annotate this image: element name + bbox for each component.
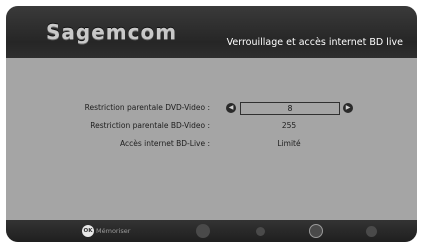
settings-panel: Restriction parentale DVD-Video : ◀ 8 ▶ … <box>6 58 417 220</box>
brand-logo: Sagemcom <box>46 20 178 44</box>
color-button-icon[interactable] <box>196 224 210 238</box>
footer-bar: OK Mémoriser <box>6 220 417 242</box>
arrow-right-icon[interactable]: ▶ <box>343 103 353 113</box>
setting-row-bd-video[interactable]: Restriction parentale BD-Video : 255 <box>6 120 417 134</box>
setting-row-dvd[interactable]: Restriction parentale DVD-Video : ◀ 8 ▶ <box>6 102 417 116</box>
header-bar: Sagemcom Verrouillage et accès internet … <box>6 6 417 58</box>
setting-label-bd-live: Accès internet BD-Live : <box>119 139 210 148</box>
setting-label-bd-video: Restriction parentale BD-Video : <box>90 121 210 130</box>
setting-row-bd-live[interactable]: Accès internet BD-Live : Limité <box>6 138 417 152</box>
color-button-icon[interactable] <box>366 226 377 237</box>
page-title: Verrouillage et accès internet BD live <box>226 37 403 48</box>
ok-icon[interactable]: OK <box>82 225 94 237</box>
color-button-icon[interactable] <box>309 224 323 238</box>
tv-screen: Sagemcom Verrouillage et accès internet … <box>6 6 417 242</box>
setting-value-bd-live: Limité <box>277 139 301 148</box>
color-button-icon[interactable] <box>256 227 265 236</box>
value-selector-dvd[interactable]: 8 <box>240 102 340 115</box>
arrow-left-icon[interactable]: ◀ <box>226 103 236 113</box>
setting-label-dvd: Restriction parentale DVD-Video : <box>84 103 210 112</box>
setting-value-bd-video: 255 <box>281 121 297 130</box>
save-label: Mémoriser <box>96 227 131 235</box>
